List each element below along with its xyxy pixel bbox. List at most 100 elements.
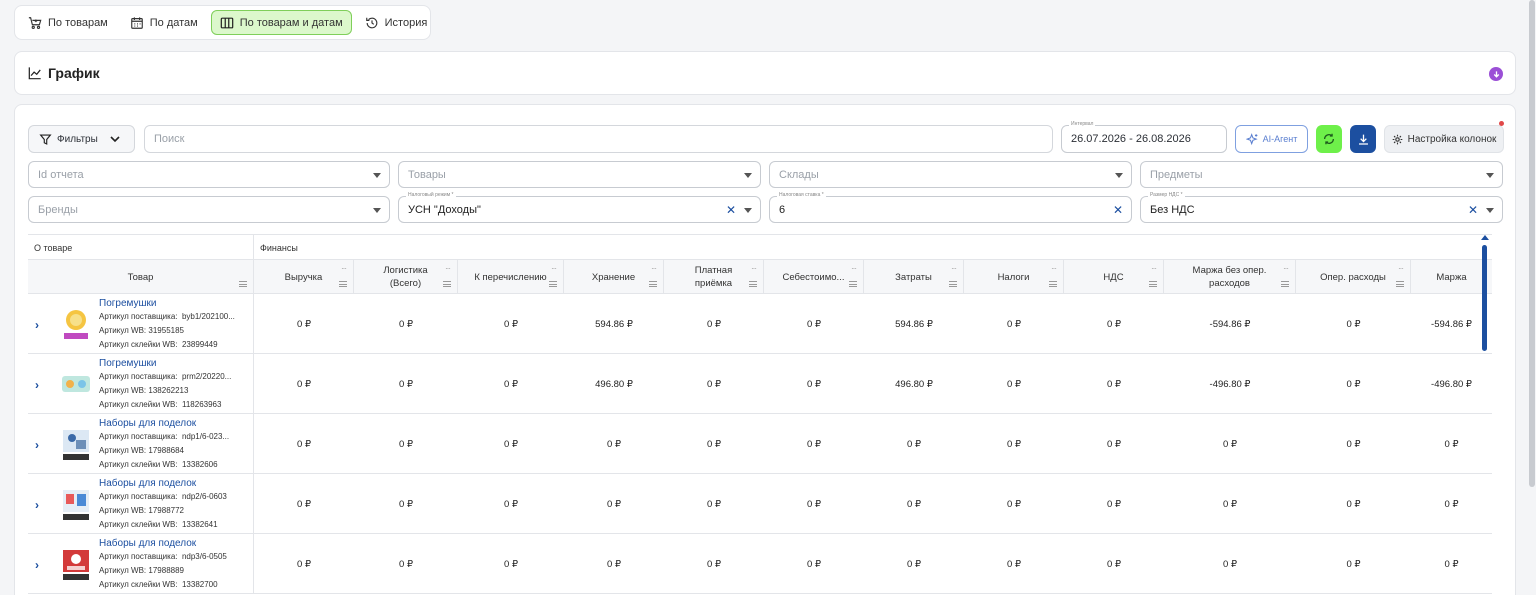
table-scrollbar[interactable] <box>1482 245 1487 351</box>
chevron-down-icon <box>1486 173 1494 178</box>
ai-agent-button[interactable]: AI-Агент <box>1235 125 1308 153</box>
column-menu-icon[interactable] <box>239 281 247 287</box>
value-cell: 594.86 ₽ <box>595 318 633 330</box>
product-name-link[interactable]: Наборы для поделок <box>99 538 196 549</box>
tax-regime-select[interactable]: Налоговый режим * УСН "Доходы" ✕ <box>398 192 761 223</box>
supplier-article-value: byb1/202100... <box>181 312 235 321</box>
wb-article: Артикул WB: 138262213 <box>99 386 249 395</box>
column-header[interactable]: Маржа <box>1411 260 1492 294</box>
filters-button[interactable]: Фильтры <box>28 125 135 153</box>
refresh-button[interactable] <box>1316 125 1342 153</box>
download-button[interactable] <box>1350 125 1376 153</box>
column-header[interactable]: Хранение ··· <box>564 260 664 294</box>
product-cell: › Наборы для поделок Артикул поставщика: n… <box>28 414 254 474</box>
wb-article-label: Артикул WB: <box>99 566 147 575</box>
column-options-icon[interactable]: ··· <box>1283 262 1289 275</box>
product-name-link[interactable]: Наборы для поделок <box>99 418 196 429</box>
chevron-right-icon[interactable]: › <box>35 498 39 512</box>
column-menu-icon[interactable] <box>549 281 557 287</box>
line-chart-icon <box>28 67 41 80</box>
scroll-up-icon[interactable] <box>1481 235 1489 240</box>
clear-icon[interactable]: ✕ <box>1113 203 1123 217</box>
page-scrollbar[interactable] <box>1528 0 1536 595</box>
chevron-right-icon[interactable]: › <box>35 438 39 452</box>
column-menu-icon[interactable] <box>339 281 347 287</box>
warehouses-select[interactable]: Склады <box>769 161 1132 188</box>
column-options-icon[interactable]: ··· <box>551 262 557 275</box>
chevron-right-icon[interactable]: › <box>35 558 39 572</box>
column-header[interactable]: К перечислению ··· <box>458 260 564 294</box>
products-select[interactable]: Товары <box>398 161 761 188</box>
column-menu-icon[interactable] <box>749 281 757 287</box>
tab-by-dates[interactable]: По датам <box>121 10 207 35</box>
column-header-label: Хранение <box>591 271 636 283</box>
clear-icon[interactable]: ✕ <box>726 203 736 217</box>
column-menu-icon[interactable] <box>443 281 451 287</box>
table-row[interactable]: › Наборы для поделок Артикул поставщика: n… <box>28 414 1492 474</box>
column-header[interactable]: Логистика (Всего) ··· <box>354 260 458 294</box>
product-name-link[interactable]: Погремушки <box>99 298 157 309</box>
table-row[interactable]: › Погремушки Артикул поставщика: prm2/2022… <box>28 354 1492 414</box>
value-cell: 0 ₽ <box>1007 378 1021 390</box>
value-cell: 0 ₽ <box>399 438 413 450</box>
column-options-icon[interactable]: ··· <box>1398 262 1404 275</box>
column-header-product[interactable]: Товар <box>28 260 254 294</box>
column-options-icon[interactable]: ··· <box>651 262 657 275</box>
table-row[interactable]: › Наборы для поделок Артикул поставщика: n… <box>28 534 1492 594</box>
value-cell: 0 ₽ <box>607 498 621 510</box>
column-options-icon[interactable]: ··· <box>751 262 757 275</box>
group-header-product: О товаре <box>28 235 254 260</box>
product-image <box>60 546 92 582</box>
product-image <box>60 486 92 522</box>
column-header[interactable]: Опер. расходы ··· <box>1296 260 1411 294</box>
column-header[interactable]: Затраты ··· <box>864 260 964 294</box>
column-menu-icon[interactable] <box>1049 281 1057 287</box>
tab-by-products-and-dates[interactable]: По товарам и датам <box>210 10 352 35</box>
wb-article: Артикул WB: 17988684 <box>99 446 249 455</box>
column-options-icon[interactable]: ··· <box>445 262 451 275</box>
report-id-select[interactable]: Id отчета <box>28 161 390 188</box>
interval-field[interactable]: Интервал 26.07.2026 - 26.08.2026 <box>1061 121 1227 153</box>
chevron-right-icon[interactable]: › <box>35 378 39 392</box>
subjects-select[interactable]: Предметы <box>1140 161 1503 188</box>
column-options-icon[interactable]: ··· <box>851 262 857 275</box>
column-header[interactable]: Выручка ··· <box>254 260 354 294</box>
column-menu-icon[interactable] <box>1149 281 1157 287</box>
chevron-right-icon[interactable]: › <box>35 318 39 332</box>
column-header[interactable]: Налоги ··· <box>964 260 1064 294</box>
table-row[interactable]: › Погремушки Артикул поставщика: byb1/2021… <box>28 294 1492 354</box>
product-name-link[interactable]: Наборы для поделок <box>99 478 196 489</box>
column-header[interactable]: Платная приёмка ··· <box>664 260 764 294</box>
column-menu-icon[interactable] <box>649 281 657 287</box>
wb-article-label: Артикул WB: <box>99 506 147 515</box>
column-options-icon[interactable]: ··· <box>1051 262 1057 275</box>
tax-rate-label: Налоговая ставка * <box>777 192 826 199</box>
clear-icon[interactable]: ✕ <box>1468 203 1478 217</box>
column-header[interactable]: Маржа без опер. расходов ··· <box>1164 260 1296 294</box>
tax-rate-field[interactable]: Налоговая ставка * 6 ✕ <box>769 192 1132 223</box>
columns-icon <box>220 17 234 28</box>
expand-chart-icon[interactable] <box>1489 67 1503 81</box>
column-options-icon[interactable]: ··· <box>951 262 957 275</box>
page-scrollbar-thumb[interactable] <box>1529 0 1535 487</box>
column-header-label: Затраты <box>895 271 932 283</box>
brands-select[interactable]: Бренды <box>28 196 390 223</box>
value-cell: 0 ₽ <box>707 498 721 510</box>
column-menu-icon[interactable] <box>1396 281 1404 287</box>
search-input[interactable] <box>144 125 1053 153</box>
tab-history[interactable]: История <box>356 10 437 35</box>
column-settings-button[interactable]: Настройка колонок <box>1384 121 1504 153</box>
column-options-icon[interactable]: ··· <box>341 262 347 275</box>
column-menu-icon[interactable] <box>1281 281 1289 287</box>
chart-title[interactable]: График <box>28 65 100 81</box>
column-menu-icon[interactable] <box>849 281 857 287</box>
column-options-icon[interactable]: ··· <box>1151 262 1157 275</box>
column-header[interactable]: НДС ··· <box>1064 260 1164 294</box>
column-header[interactable]: Себестоимо... ··· <box>764 260 864 294</box>
value-cell: 0 ₽ <box>1007 498 1021 510</box>
vat-select[interactable]: Размер НДС * Без НДС ✕ <box>1140 192 1503 223</box>
column-menu-icon[interactable] <box>949 281 957 287</box>
product-name-link[interactable]: Погремушки <box>99 358 157 369</box>
table-row[interactable]: › Наборы для поделок Артикул поставщика: n… <box>28 474 1492 534</box>
tab-by-products[interactable]: По товарам <box>19 10 117 35</box>
